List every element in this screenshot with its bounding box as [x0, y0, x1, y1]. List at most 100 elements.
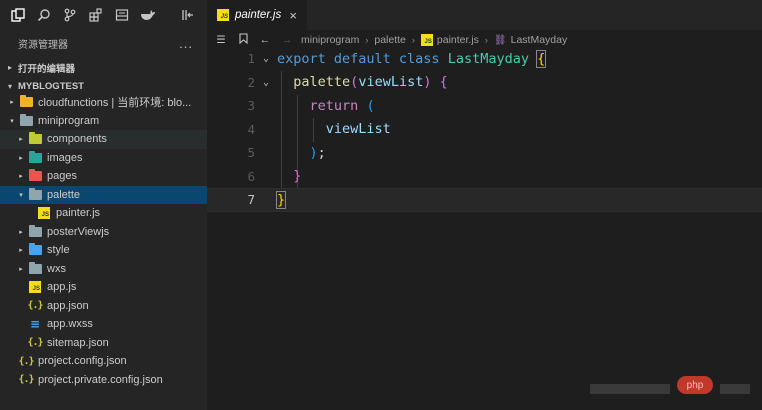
project-label: MYBLOGTEST: [18, 81, 84, 92]
docker-icon[interactable]: [136, 3, 160, 27]
folder-cloud-icon: [18, 95, 34, 109]
collapse-sidebar-icon[interactable]: [175, 3, 199, 27]
breadcrumb-label: LastMayday: [510, 34, 568, 46]
tree-item-label: pages: [47, 170, 77, 183]
tree-item-label: project.config.json: [38, 355, 127, 368]
chevron-right-icon: ▸: [19, 228, 23, 236]
chevron-right-icon: ▸: [8, 63, 13, 72]
chevron-down-icon: ▾: [10, 117, 14, 125]
sidebar: 资源管理器 ... ▸ 打开的编辑器 ▾ MYBLOGTEST ▸ cloudfu…: [0, 0, 207, 410]
breadcrumb-item-palette[interactable]: palette: [374, 34, 406, 46]
chevron-right-icon: ▸: [19, 173, 23, 181]
breadcrumb-label: painter.js: [436, 34, 479, 46]
explorer-icon[interactable]: [6, 3, 30, 27]
search-icon[interactable]: [32, 3, 56, 27]
chevron-down-icon: ▾: [19, 191, 23, 199]
back-arrow-icon[interactable]: ←: [257, 34, 273, 46]
code-text: viewList: [325, 121, 391, 138]
folder-icon: [27, 261, 43, 276]
code-line-current: 7 }: [207, 188, 762, 212]
tree-item[interactable]: JS app.js: [0, 278, 207, 297]
folder-open-icon: [27, 187, 43, 202]
breadcrumb-item-painter-js[interactable]: JS painter.js: [420, 34, 479, 46]
chevron-right-icon: ›: [411, 35, 415, 45]
tree-item[interactable]: ▸ wxs: [0, 260, 207, 279]
fold-chevron-icon[interactable]: ⌄: [255, 53, 277, 64]
panel-icon[interactable]: [110, 3, 134, 27]
breadcrumb-item-miniprogram[interactable]: miniprogram: [301, 34, 359, 46]
tree-item[interactable]: ▸ style: [0, 241, 207, 260]
tab-painter-js[interactable]: JS painter.js ×: [207, 0, 307, 30]
tree-item[interactable]: {.} sitemap.json: [0, 334, 207, 353]
tree-item-label: project.private.config.json: [38, 373, 163, 386]
code-line: 4 viewList: [207, 118, 762, 142]
tree-item[interactable]: ▸ images: [0, 149, 207, 168]
code-line: 5 );: [207, 141, 762, 165]
tree-item[interactable]: ▸ components: [0, 130, 207, 149]
source-control-icon[interactable]: [58, 3, 82, 27]
open-editors-section[interactable]: ▸ 打开的编辑器: [0, 58, 207, 77]
tree-item-label: app.js: [47, 281, 77, 294]
fold-chevron-icon[interactable]: ⌄: [255, 77, 277, 88]
folder-style-icon: [27, 243, 43, 257]
activity-bar: [0, 0, 207, 30]
close-tab-button[interactable]: ×: [289, 8, 297, 23]
folder-components-icon: [27, 132, 43, 146]
extensions-icon[interactable]: [84, 3, 108, 27]
json-file-icon: {.}: [27, 300, 43, 312]
chevron-right-icon: ›: [484, 35, 488, 45]
tree-item-label: wxs: [47, 262, 66, 275]
tree-item[interactable]: {.} project.private.config.json: [0, 371, 207, 390]
breadcrumb-label: palette: [374, 34, 406, 46]
chevron-right-icon: ▸: [19, 247, 23, 255]
open-editors-label: 打开的编辑器: [18, 63, 76, 75]
json-file-icon: {.}: [18, 374, 34, 386]
folder-images-icon: [27, 150, 43, 165]
list-icon[interactable]: ☰: [213, 34, 229, 46]
tree-item-label: components: [47, 133, 107, 146]
tree-item[interactable]: ▾ palette: [0, 185, 207, 204]
folder-open-icon: [18, 113, 34, 128]
line-number: 6: [247, 168, 255, 184]
chevron-right-icon: ▸: [19, 265, 23, 273]
tree-item[interactable]: ▾ miniprogram: [0, 112, 207, 131]
chevron-right-icon: ›: [365, 35, 369, 45]
breadcrumb-item-lastmayday[interactable]: ⛓ LastMayday: [494, 34, 567, 46]
explorer-title: 资源管理器: [18, 39, 68, 51]
tree-item[interactable]: ▸ cloudfunctions | 当前环境: blo...: [0, 93, 207, 112]
json-file-icon: {.}: [27, 337, 43, 349]
tree-item-label: style: [47, 244, 70, 257]
js-file-icon: JS: [36, 206, 52, 220]
bookmark-icon[interactable]: [235, 33, 251, 47]
code-line: 6 }: [207, 165, 762, 189]
line-number: 3: [247, 98, 255, 114]
editor-area: JS painter.js × ☰ ← → miniprogram › pale…: [207, 0, 762, 410]
tree-item[interactable]: ≡ app.wxss: [0, 315, 207, 334]
tree-item-label: images: [47, 151, 83, 164]
code-line: 1 ⌄ export default class LastMayday {: [207, 47, 762, 71]
tree-item[interactable]: {.} project.config.json: [0, 352, 207, 371]
tree-item-label: miniprogram: [38, 114, 100, 127]
explorer-header: 资源管理器 ...: [0, 30, 207, 56]
chevron-right-icon: ▸: [10, 99, 14, 107]
chevron-down-icon: ▾: [8, 82, 13, 91]
chevron-right-icon: ▸: [19, 154, 23, 162]
class-symbol-icon: ⛓: [493, 34, 507, 46]
tree-item[interactable]: JS painter.js: [0, 204, 207, 223]
tree-item-label: palette: [47, 188, 81, 201]
line-number: 7: [247, 192, 255, 208]
css-file-icon: ≡: [29, 317, 41, 332]
chevron-right-icon: ▸: [19, 136, 23, 144]
code-text: }: [275, 190, 287, 209]
forward-arrow-icon[interactable]: →: [279, 34, 295, 46]
tree-item[interactable]: ▸ pages: [0, 167, 207, 186]
code-text: palette(viewList) {: [293, 74, 448, 91]
tree-item[interactable]: {.} app.json: [0, 297, 207, 316]
line-number: 1: [247, 51, 255, 67]
tree-item-label: posterViewjs: [47, 225, 110, 238]
tree-item-label: app.wxss: [47, 318, 93, 331]
tree-item[interactable]: ▸ posterViewjs: [0, 223, 207, 242]
more-actions-button[interactable]: ...: [179, 36, 193, 51]
folder-pages-icon: [27, 169, 43, 183]
line-number: 5: [247, 145, 255, 161]
